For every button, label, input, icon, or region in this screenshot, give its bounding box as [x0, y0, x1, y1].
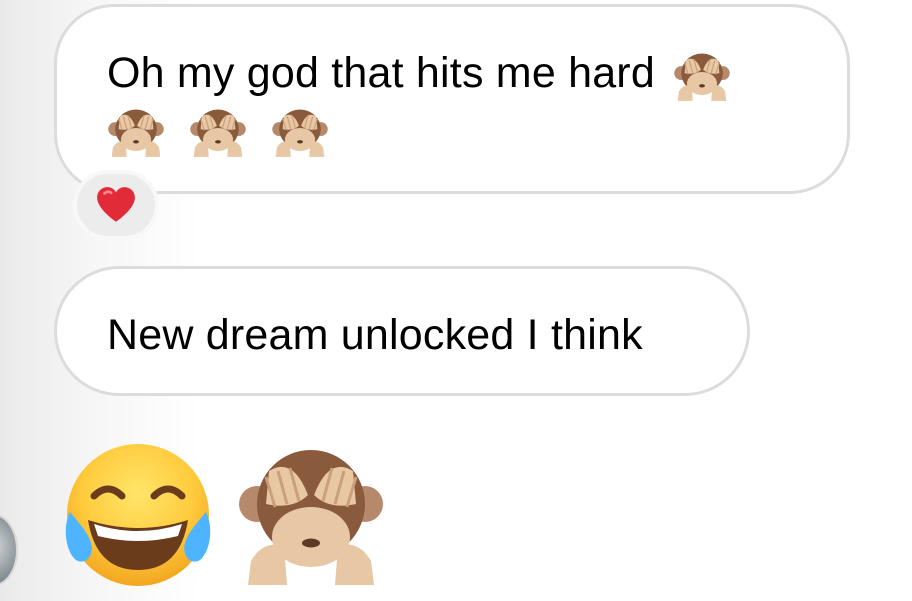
avatar[interactable] — [0, 514, 18, 586]
message-text: Oh my god that hits me hard — [107, 49, 655, 97]
message-text-line-1: Oh my god that hits me hard — [107, 45, 847, 102]
message-emoji-line-2 — [107, 102, 847, 159]
message-bubble-1[interactable]: Oh my god that hits me hard — [54, 4, 850, 194]
see-no-evil-monkey-icon — [674, 53, 730, 101]
reaction-badge[interactable] — [73, 170, 159, 240]
red-heart-icon — [97, 187, 135, 222]
see-no-evil-monkey-icon — [239, 450, 383, 585]
emoji-only-message[interactable] — [60, 438, 386, 588]
message-bubble-2[interactable]: New dream unlocked I think — [54, 266, 750, 396]
message-text-line: New dream unlocked I think — [107, 311, 643, 359]
see-no-evil-monkey-icon — [108, 109, 164, 158]
see-no-evil-monkey-icon — [272, 109, 329, 158]
face-with-tears-of-joy-icon — [65, 444, 211, 586]
see-no-evil-monkey-icon — [190, 109, 246, 158]
